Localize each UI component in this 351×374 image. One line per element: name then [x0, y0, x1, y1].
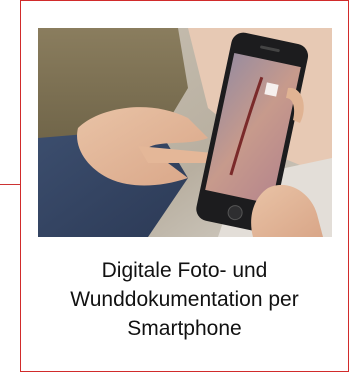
card-caption: Digitale Foto- und Wunddokumentation per… [21, 256, 348, 343]
caption-line-1: Digitale Foto- und [101, 259, 268, 282]
connector-line [0, 184, 20, 185]
smartphone-wound-photo-icon [38, 28, 332, 237]
caption-line-3: Smartphone [127, 317, 242, 340]
info-card: Digitale Foto- und Wunddokumentation per… [20, 0, 349, 372]
caption-line-2: Wunddokumentation per [70, 288, 299, 311]
